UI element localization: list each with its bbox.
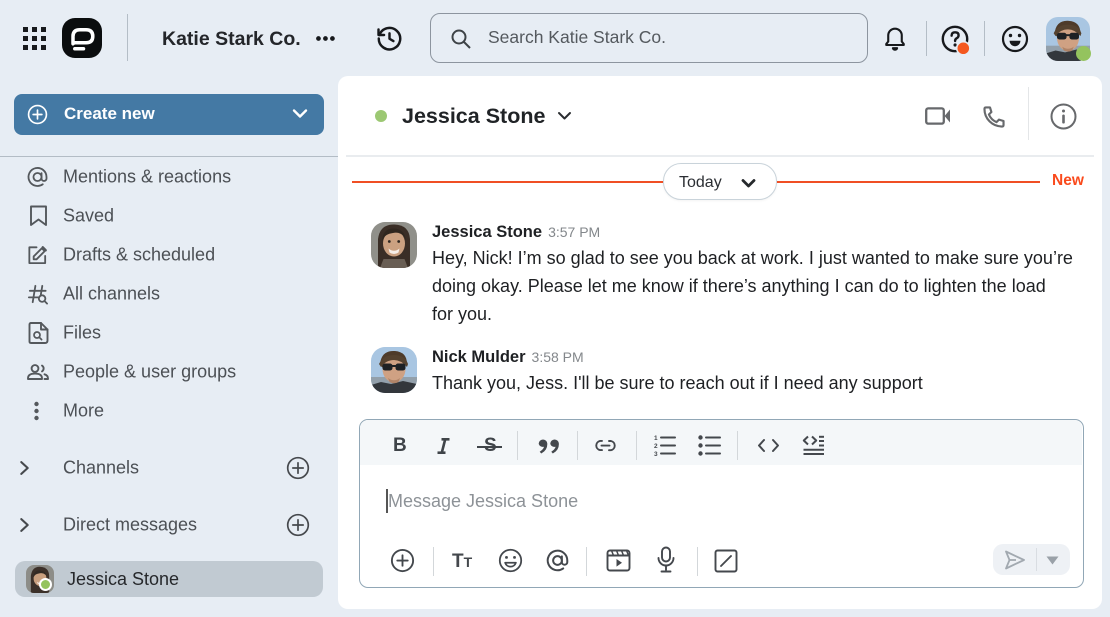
svg-text:2: 2 (654, 443, 658, 450)
svg-text:1: 1 (654, 435, 658, 442)
svg-text:3: 3 (654, 451, 658, 457)
